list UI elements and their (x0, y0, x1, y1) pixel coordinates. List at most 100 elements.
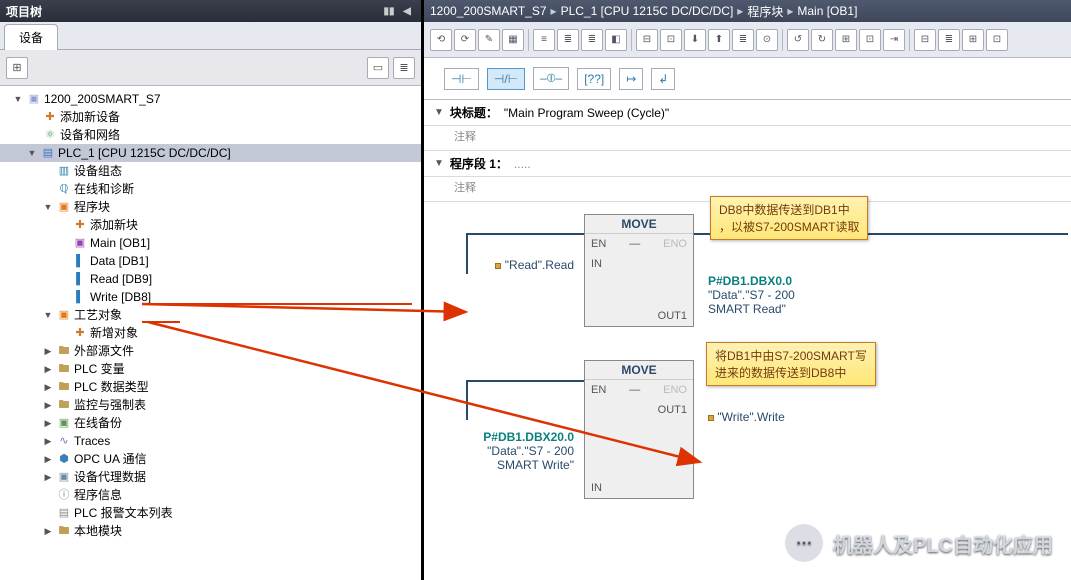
rt-btn[interactable]: ⊡ (660, 29, 682, 51)
move1-output[interactable]: P#DB1.DBX0.0 "Data"."S7 - 200 SMART Read… (708, 274, 828, 316)
block-comment[interactable]: 注释 (424, 126, 1071, 151)
add-obj-icon: ✚ (72, 325, 88, 341)
rt-btn[interactable]: ≡ (533, 29, 555, 51)
tree-main[interactable]: ▣Main [OB1] (0, 234, 421, 252)
editor-panel: 1200_200SMART_S7▸ PLC_1 [CPU 1215C DC/DC… (424, 0, 1071, 580)
rt-btn[interactable]: ⊞ (962, 29, 984, 51)
rt-btn[interactable]: ≣ (938, 29, 960, 51)
tree-dev-cfg[interactable]: ▥设备组态 (0, 162, 421, 180)
instruction-ruler: ⊣⊢ ⊣/⊢ –⦶– [??] ↦ ↲ (424, 58, 1071, 100)
rt-btn[interactable]: ≣ (732, 29, 754, 51)
crumb-prog[interactable]: 程序块 (747, 3, 783, 20)
rt-btn[interactable]: ▦ (502, 29, 524, 51)
rt-btn[interactable]: ◧ (605, 29, 627, 51)
tree-add-block[interactable]: ✚添加新块 (0, 216, 421, 234)
tree-traces[interactable]: ▶∿Traces (0, 432, 421, 450)
tree-plcvar[interactable]: ▶🖿PLC 变量 (0, 360, 421, 378)
tree-data[interactable]: ▌Data [DB1] (0, 252, 421, 270)
rt-btn[interactable]: ⟲ (430, 29, 452, 51)
collapse-icon[interactable]: ◀ (399, 3, 415, 19)
tree-diag[interactable]: ℚ在线和诊断 (0, 180, 421, 198)
tree-backup[interactable]: ▶▣在线备份 (0, 414, 421, 432)
rt-btn[interactable]: ↺ (787, 29, 809, 51)
contact-nc-icon[interactable]: ⊣/⊢ (487, 68, 525, 90)
alarm-icon: ▤ (56, 505, 72, 521)
info-icon: ⓘ (56, 487, 72, 503)
tree-plcdtype[interactable]: ▶🖿PLC 数据类型 (0, 378, 421, 396)
crumb-project[interactable]: 1200_200SMART_S7 (430, 4, 547, 18)
crumb-main[interactable]: Main [OB1] (797, 4, 857, 18)
network-icon: ⚛ (42, 127, 58, 143)
rt-btn[interactable]: ⟳ (454, 29, 476, 51)
annotation-1: DB8中数据传送到DB1中 ，以被S7-200SMART读取 (710, 196, 868, 240)
left-title: 项目树 (6, 3, 42, 20)
tree-alarm[interactable]: ▤PLC 报警文本列表 (0, 504, 421, 522)
rt-btn[interactable]: ⊟ (914, 29, 936, 51)
tree-new-obj[interactable]: ✚新增对象 (0, 324, 421, 342)
rt-btn[interactable]: ↻ (811, 29, 833, 51)
move1-input-label[interactable]: "Read".Read (474, 258, 574, 272)
tree-opc[interactable]: ▶⬢OPC UA 通信 (0, 450, 421, 468)
move2-input[interactable]: P#DB1.DBX20.0 "Data"."S7 - 200 SMART Wri… (472, 430, 574, 472)
tree-dev-net[interactable]: ⚛设备和网络 (0, 126, 421, 144)
folder-icon: 🖿 (56, 379, 72, 395)
move2-output-label[interactable]: "Write".Write (708, 410, 785, 424)
add-block-icon: ✚ (72, 217, 88, 233)
tree-read[interactable]: ▌Read [DB9] (0, 270, 421, 288)
left-tabs: 设备 (0, 22, 421, 50)
tree-project[interactable]: ▼▣1200_200SMART_S7 (0, 90, 421, 108)
branch-open-icon[interactable]: ↦ (619, 68, 643, 90)
add-device-icon: ✚ (42, 109, 58, 125)
left-titlebar: 项目树 ▮▮ ◀ (0, 0, 421, 22)
crumb-plc[interactable]: PLC_1 [CPU 1215C DC/DC/DC] (561, 4, 734, 18)
rt-btn[interactable]: ⊞ (835, 29, 857, 51)
block-header[interactable]: ▼ 块标题： "Main Program Sweep (Cycle)" (424, 100, 1071, 126)
tree-btn-2[interactable]: ▭ (367, 57, 389, 79)
rt-btn[interactable]: ⊡ (986, 29, 1008, 51)
editor-toolbar: ⟲⟳ ✎▦ ≡≣ ≣◧ ⊟⊡ ⬇⬆ ≣⊙ ↺↻ ⊞⊡ ⇥ ⊟≣ ⊞⊡ (424, 22, 1071, 58)
breadcrumb: 1200_200SMART_S7▸ PLC_1 [CPU 1215C DC/DC… (424, 0, 1071, 22)
project-tree-panel: 项目树 ▮▮ ◀ 设备 ⊞ ▭ ≣ ▼▣1200_200SMART_S7 ✚添加… (0, 0, 424, 580)
rt-btn[interactable]: ≣ (557, 29, 579, 51)
move-instruction-1[interactable]: MOVE EN—ENO IN OUT1 (584, 214, 694, 327)
coil-icon[interactable]: –⦶– (533, 67, 569, 90)
segment-1-header[interactable]: ▼ 程序段 1： ..... (424, 151, 1071, 177)
tree-plc[interactable]: ▼▤PLC_1 [CPU 1215C DC/DC/DC] (0, 144, 421, 162)
tab-devices[interactable]: 设备 (4, 24, 58, 50)
tech-icon: ▣ (56, 307, 72, 323)
rt-btn[interactable]: ⊟ (636, 29, 658, 51)
rt-btn[interactable]: ⊡ (859, 29, 881, 51)
tree-proxy[interactable]: ▶▣设备代理数据 (0, 468, 421, 486)
project-icon: ▣ (26, 91, 42, 107)
project-tree[interactable]: ▼▣1200_200SMART_S7 ✚添加新设备 ⚛设备和网络 ▼▤PLC_1… (0, 86, 421, 580)
tree-prog[interactable]: ▼▣程序块 (0, 198, 421, 216)
rt-btn[interactable]: ⬆ (708, 29, 730, 51)
db-icon: ▌ (72, 289, 88, 305)
tree-write[interactable]: ▌Write [DB8] (0, 288, 421, 306)
rt-btn[interactable]: ⬇ (684, 29, 706, 51)
dock-icon[interactable]: ▮▮ (381, 3, 397, 19)
diag-icon: ℚ (56, 181, 72, 197)
chevron-down-icon: ▼ (434, 107, 444, 118)
rt-btn[interactable]: ≣ (581, 29, 603, 51)
tree-add-device[interactable]: ✚添加新设备 (0, 108, 421, 126)
proxy-icon: ▣ (56, 469, 72, 485)
tree-btn-3[interactable]: ≣ (393, 57, 415, 79)
tree-tech[interactable]: ▼▣工艺对象 (0, 306, 421, 324)
tree-prog-info[interactable]: ⓘ程序信息 (0, 486, 421, 504)
move-instruction-2[interactable]: MOVE EN—ENO OUT1 IN (584, 360, 694, 499)
tree-ext-src[interactable]: ▶🖿外部源文件 (0, 342, 421, 360)
tree-local[interactable]: ▶🖿本地模块 (0, 522, 421, 540)
tree-watch[interactable]: ▶🖿监控与强制表 (0, 396, 421, 414)
folder-icon: 🖿 (56, 397, 72, 413)
power-rail (466, 380, 468, 420)
rt-btn[interactable]: ⊙ (756, 29, 778, 51)
tree-btn-1[interactable]: ⊞ (6, 57, 28, 79)
branch-close-icon[interactable]: ↲ (651, 68, 675, 90)
contact-no-icon[interactable]: ⊣⊢ (444, 68, 479, 90)
backup-icon: ▣ (56, 415, 72, 431)
rt-btn[interactable]: ⇥ (883, 29, 905, 51)
box-icon[interactable]: [??] (577, 68, 611, 90)
ob-icon: ▣ (72, 235, 88, 251)
rt-btn[interactable]: ✎ (478, 29, 500, 51)
